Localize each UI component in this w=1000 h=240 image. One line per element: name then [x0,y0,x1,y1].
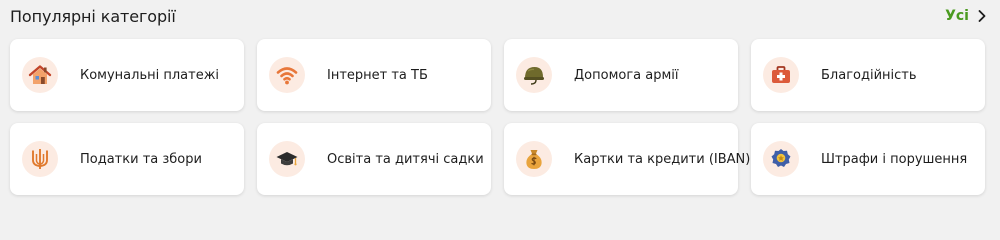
category-card-fines[interactable]: Штрафи і порушення [751,123,985,195]
category-label: Інтернет та ТБ [327,67,428,83]
category-icon-wrapper [763,57,799,93]
trident-icon [32,149,48,169]
category-label: Картки та кредити (IBAN) [574,151,751,167]
category-card-charity[interactable]: Благодійність [751,39,985,111]
category-card-internet-tv[interactable]: Інтернет та ТБ [257,39,491,111]
category-card-cards-credits[interactable]: Картки та кредити (IBAN) [504,123,750,195]
category-label: Благодійність [821,67,917,83]
category-label: Комунальні платежі [80,67,220,83]
helmet-icon [524,67,544,85]
category-icon-wrapper [22,141,58,177]
category-icon-wrapper [516,141,552,177]
category-label: Штрафи і порушення [821,151,968,167]
category-label: Допомога армії [574,67,679,83]
category-card-education[interactable]: Освіта та дитячі садки [257,123,491,195]
house-icon [28,65,52,84]
chevron-right-icon [978,10,986,22]
section-header: Популярні категорії Усі [10,3,986,29]
section-title: Популярні категорії [10,6,176,26]
categories-grid: Комунальні платежі Інтернет та ТБ Допомо… [10,39,985,195]
see-all-link[interactable]: Усі [945,8,986,24]
category-label: Освіта та дитячі садки [327,151,484,167]
category-icon-wrapper [516,57,552,93]
first-aid-kit-icon [772,66,790,83]
category-icon-wrapper [269,57,305,93]
category-icon-wrapper [763,141,799,177]
see-all-label: Усі [945,8,969,24]
category-icon-wrapper [22,57,58,93]
category-card-army-help[interactable]: Допомога армії [504,39,738,111]
category-icon-wrapper [269,141,305,177]
graduation-cap-icon [276,152,298,166]
category-card-taxes[interactable]: Податки та збори [10,123,244,195]
category-label: Податки та збори [80,151,202,167]
wifi-icon [276,67,298,85]
category-card-utilities[interactable]: Комунальні платежі [10,39,244,111]
police-badge-icon [771,149,791,167]
money-bag-icon [526,150,542,169]
